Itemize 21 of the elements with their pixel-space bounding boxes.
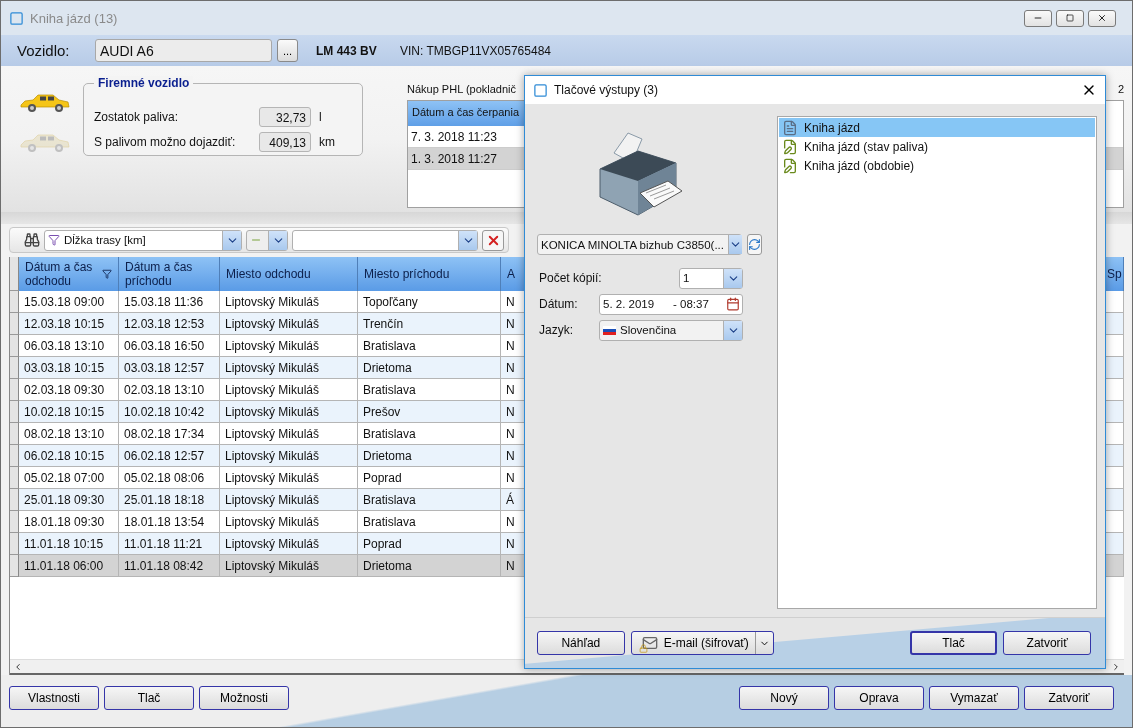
table-cell: Drietoma: [358, 555, 501, 577]
group-title: Firemné vozidlo: [94, 76, 194, 90]
unit-label: l: [319, 109, 322, 124]
table-cell: Liptovský Mikuláš: [220, 555, 358, 577]
vin-text: VIN: TMBGP11VX05765484: [400, 43, 551, 58]
date-label: Dátum:: [539, 297, 579, 311]
vehicle-label: Vozidlo:: [17, 42, 71, 59]
table-cell: 11.01.18 08:42: [119, 555, 220, 577]
dialog-title: Tlačové výstupy (3): [554, 83, 659, 97]
field-label: S palivom možno dojazdiť:: [94, 134, 237, 149]
value-field: 409,13: [259, 131, 311, 152]
window-title: Kniha jázd (13): [30, 10, 118, 26]
language-label: Jazyk:: [539, 323, 574, 337]
fuel-purchase-title: Nákup PHL (pokladnič: [407, 83, 517, 97]
value-field: 32,73: [259, 106, 311, 127]
corner-text: 2: [1117, 83, 1124, 97]
table-cell: 11.01.18 06:00: [19, 555, 119, 577]
copies-label: Počet kópií:: [539, 271, 599, 285]
field-label: Zostatok paliva:: [94, 109, 180, 124]
unit-label: km: [319, 134, 335, 149]
license-plate: LM 443 BV: [316, 43, 378, 58]
